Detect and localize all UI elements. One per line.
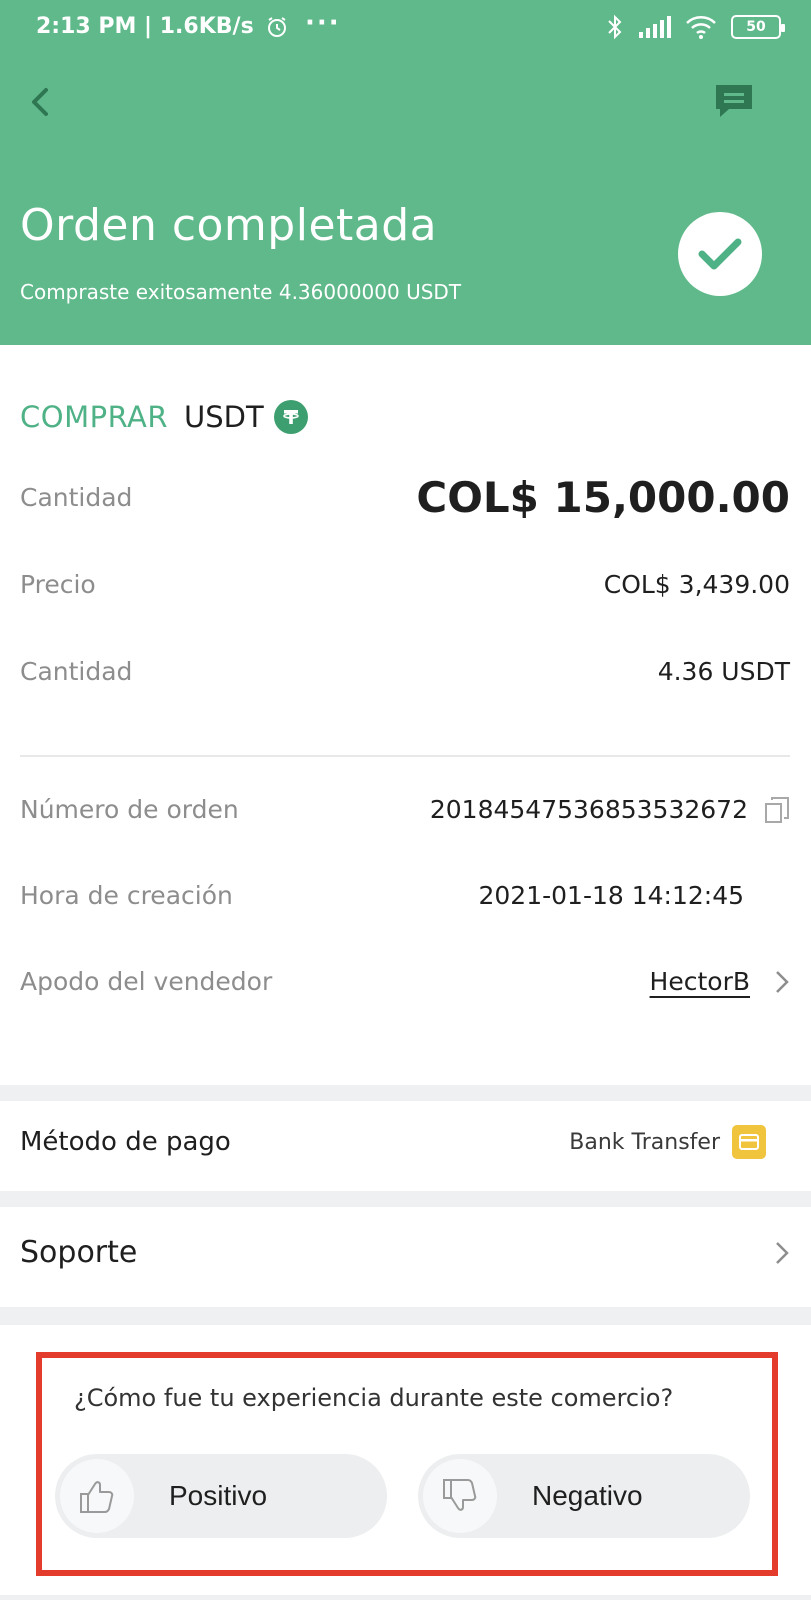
price-value: COL$ 3,439.00 bbox=[603, 570, 790, 599]
check-icon bbox=[698, 238, 742, 270]
page-title: Orden completada bbox=[20, 200, 438, 251]
amount-row: Cantidad COL$ 15,000.00 bbox=[20, 473, 790, 522]
payment-row: Método de pago Bank Transfer bbox=[20, 1125, 790, 1159]
creation-time-label: Hora de creación bbox=[20, 881, 233, 910]
quantity-label: Cantidad bbox=[20, 657, 133, 686]
thumbs-up-icon bbox=[60, 1459, 134, 1533]
amount-label: Cantidad bbox=[20, 483, 133, 512]
creation-time-row: Hora de creación 2021-01-18 14:12:45 bbox=[20, 881, 790, 910]
status-dots: ··· bbox=[305, 8, 341, 38]
support-row[interactable]: Soporte bbox=[20, 1235, 790, 1270]
order-side: COMPRAR bbox=[20, 400, 169, 434]
chevron-right-icon[interactable] bbox=[774, 968, 790, 996]
order-number-row: Número de orden 20184547536853532672 bbox=[20, 795, 790, 824]
tether-icon bbox=[273, 400, 308, 434]
wifi-icon bbox=[686, 16, 716, 39]
creation-time-value: 2021-01-18 14:12:45 bbox=[478, 881, 744, 910]
bluetooth-icon bbox=[608, 14, 622, 40]
order-side-line: COMPRAR USDT bbox=[20, 400, 308, 434]
quantity-value: 4.36 USDT bbox=[657, 657, 790, 686]
price-label: Precio bbox=[20, 570, 96, 599]
feedback-question: ¿Cómo fue tu experiencia durante este co… bbox=[74, 1384, 674, 1412]
page-subtitle: Compraste exitosamente 4.36000000 USDT bbox=[20, 280, 462, 304]
chevron-right-icon[interactable] bbox=[774, 1239, 790, 1267]
seller-label: Apodo del vendedor bbox=[20, 967, 273, 996]
order-number-value-wrap: 20184547536853532672 bbox=[430, 795, 790, 824]
amount-value: COL$ 15,000.00 bbox=[416, 473, 790, 522]
payment-label: Método de pago bbox=[20, 1127, 231, 1157]
copy-icon[interactable] bbox=[764, 796, 790, 824]
positive-button[interactable]: Positivo bbox=[55, 1454, 387, 1538]
order-number-label: Número de orden bbox=[20, 795, 239, 824]
status-time-speed: 2:13 PM | 1.6KB/s bbox=[36, 14, 254, 39]
thumbs-down-icon bbox=[423, 1459, 497, 1533]
payment-card: Método de pago Bank Transfer bbox=[0, 1101, 811, 1191]
status-right: 50 bbox=[607, 14, 785, 40]
divider bbox=[20, 755, 790, 757]
negative-button[interactable]: Negativo bbox=[418, 1454, 750, 1538]
bank-card-icon bbox=[732, 1125, 766, 1159]
price-row: Precio COL$ 3,439.00 bbox=[20, 570, 790, 599]
positive-label: Positivo bbox=[169, 1480, 268, 1511]
order-number-value: 20184547536853532672 bbox=[429, 795, 748, 824]
payment-method: Bank Transfer bbox=[569, 1129, 720, 1155]
seller-value-wrap[interactable]: HectorB bbox=[650, 967, 790, 996]
success-badge bbox=[678, 212, 762, 296]
seller-link[interactable]: HectorB bbox=[650, 967, 770, 996]
status-left: 2:13 PM | 1.6KB/s bbox=[36, 14, 289, 39]
seller-row[interactable]: Apodo del vendedor HectorB bbox=[20, 967, 790, 996]
chat-icon[interactable] bbox=[713, 82, 755, 122]
order-card: COMPRAR USDT Cantidad COL$ 15,000.00 Pre… bbox=[0, 345, 811, 1085]
quantity-row: Cantidad 4.36 USDT bbox=[20, 657, 790, 686]
status-bar: 2:13 PM | 1.6KB/s ··· 50 bbox=[0, 0, 811, 58]
feedback-highlight-box: ¿Cómo fue tu experiencia durante este co… bbox=[36, 1352, 778, 1576]
payment-value-wrap: Bank Transfer bbox=[569, 1125, 766, 1159]
header: 2:13 PM | 1.6KB/s ··· 50 Orden completad… bbox=[0, 0, 811, 345]
back-icon[interactable] bbox=[26, 84, 56, 120]
battery-icon: 50 bbox=[731, 15, 785, 39]
support-label: Soporte bbox=[20, 1235, 138, 1270]
order-asset: USDT bbox=[184, 400, 264, 434]
support-card[interactable]: Soporte bbox=[0, 1207, 811, 1307]
signal-icon bbox=[639, 16, 671, 38]
alarm-icon bbox=[268, 17, 287, 37]
negative-label: Negativo bbox=[532, 1480, 643, 1511]
